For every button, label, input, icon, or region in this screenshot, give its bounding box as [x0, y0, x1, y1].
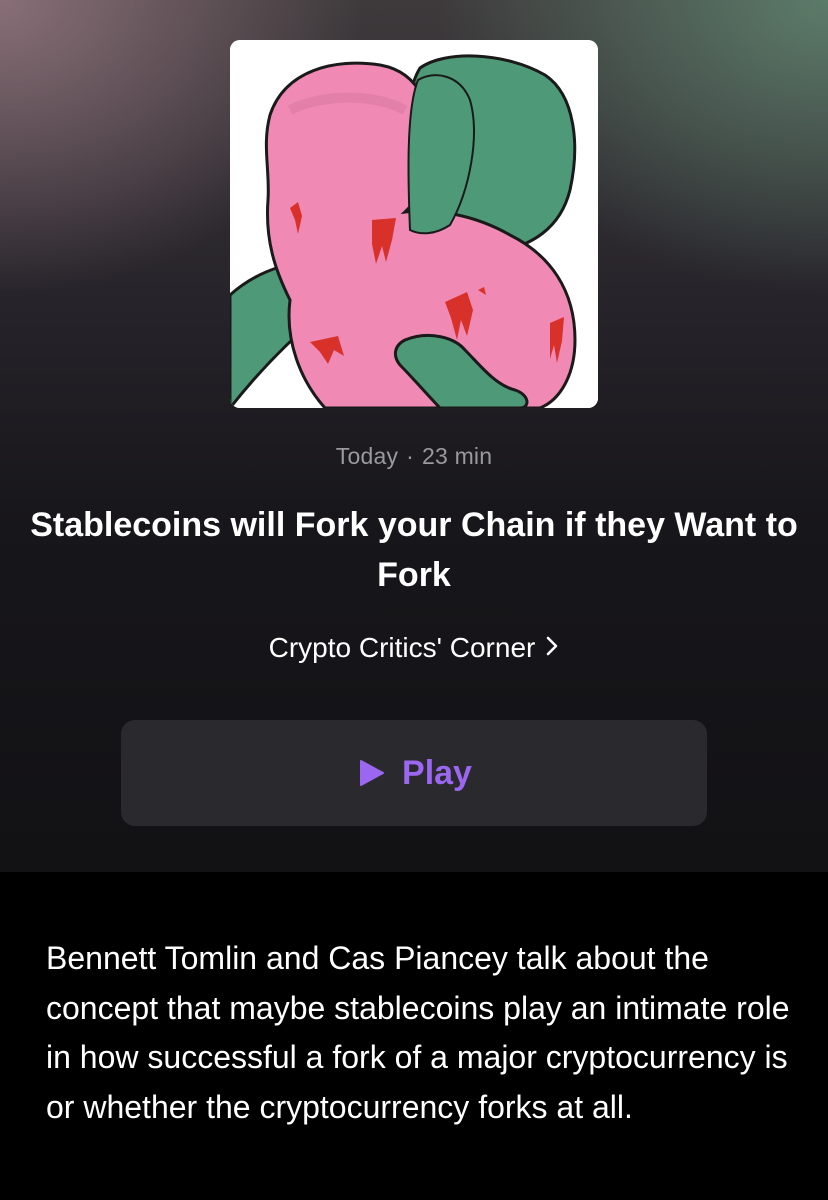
episode-header: Today · 23 min Stablecoins will Fork your … — [0, 0, 828, 872]
show-name: Crypto Critics' Corner — [268, 632, 536, 663]
episode-page: Today · 23 min Stablecoins will Fork your … — [0, 0, 828, 1200]
episode-artwork — [230, 40, 598, 408]
play-button-label: Play — [402, 753, 472, 792]
episode-description: Bennett Tomlin and Cas Piancey talk abou… — [46, 940, 790, 1125]
episode-title: Stablecoins will Fork your Chain if they… — [30, 506, 798, 594]
play-button[interactable]: Play — [121, 720, 707, 826]
play-icon — [356, 758, 386, 788]
chevron-right-icon — [545, 628, 559, 668]
episode-duration: 23 min — [422, 443, 493, 469]
meta-separator: · — [406, 443, 414, 469]
episode-meta: Today · 23 min — [0, 443, 828, 470]
show-link[interactable]: Crypto Critics' Corner — [0, 628, 828, 668]
episode-date: Today — [335, 443, 399, 469]
